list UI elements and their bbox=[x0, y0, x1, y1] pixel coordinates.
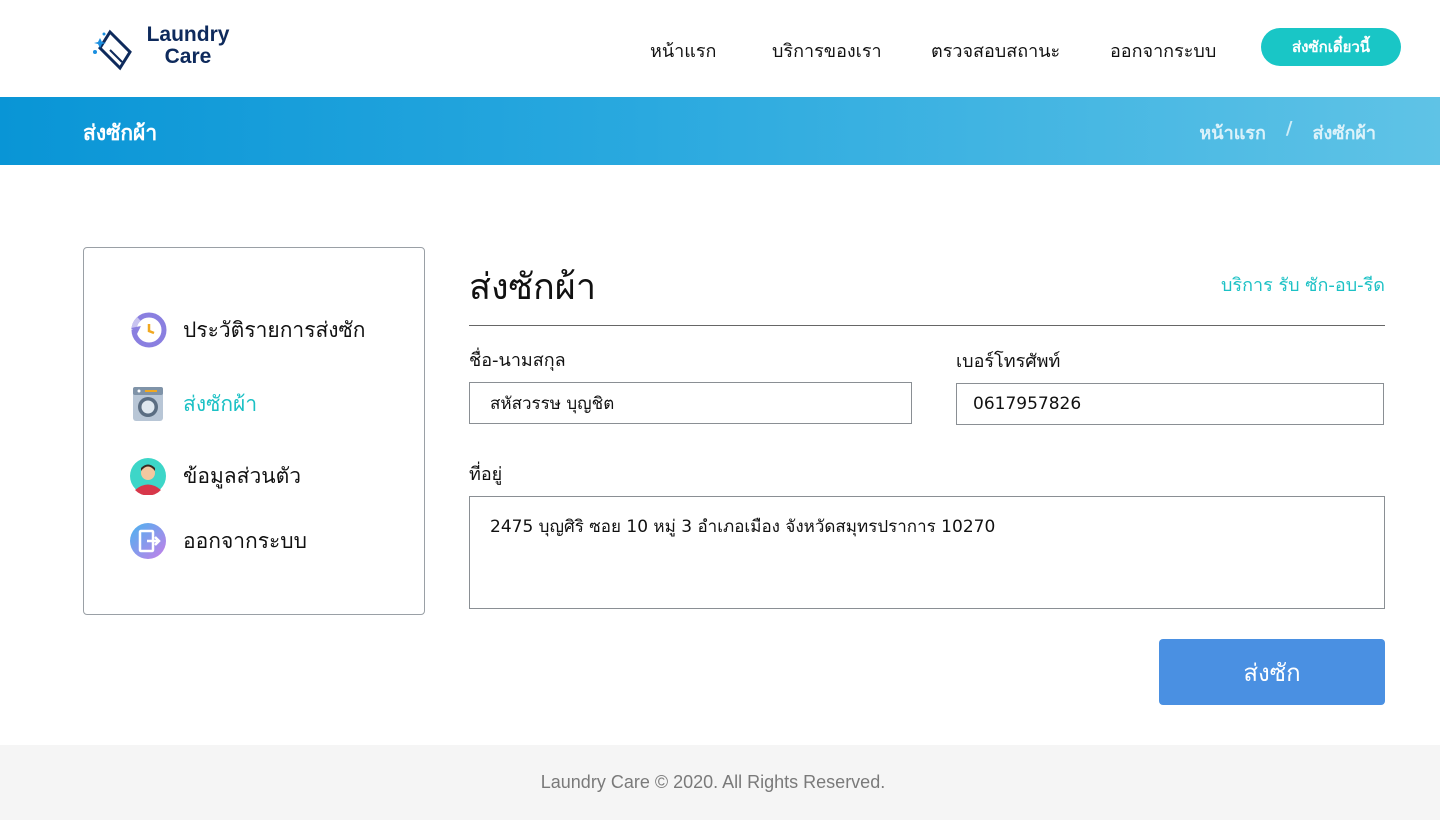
form-title: ส่งซักผ้า bbox=[469, 267, 597, 308]
sidebar-item-label: ส่งซักผ้า bbox=[183, 391, 258, 416]
page-title: ส่งซักผ้า bbox=[83, 121, 158, 145]
nav-home[interactable]: หน้าแรก bbox=[650, 36, 716, 65]
phone-label: เบอร์โทรศัพท์ bbox=[956, 351, 1061, 372]
breadcrumb-home[interactable]: หน้าแรก bbox=[1199, 118, 1265, 147]
name-field[interactable]: สหัสวรรษ บุญชิต bbox=[469, 382, 912, 424]
logout-icon bbox=[129, 522, 167, 560]
nav-check-status[interactable]: ตรวจสอบสถานะ bbox=[931, 36, 1060, 65]
brand-line-1: Laundry bbox=[146, 23, 230, 46]
sidebar-item-label: ข้อมูลส่วนตัว bbox=[183, 463, 302, 488]
phone-field[interactable]: 0617957826 bbox=[956, 383, 1384, 425]
sidebar-item-send-laundry[interactable]: ส่งซักผ้า bbox=[129, 385, 257, 423]
top-header: Laundry Care หน้าแรก บริการของเรา ตรวจสอ… bbox=[0, 0, 1440, 97]
breadcrumb: หน้าแรก / ส่งซักผ้า bbox=[1199, 118, 1376, 147]
brand-line-2: Care bbox=[164, 45, 212, 68]
account-sidebar: ประวัติรายการส่งซัก ส่งซักผ้า ข้อมูลส่วน bbox=[83, 247, 425, 615]
page-banner: ส่งซักผ้า หน้าแรก / ส่งซักผ้า bbox=[0, 97, 1440, 165]
copyright-text: Laundry Care © 2020. All Rights Reserved… bbox=[540, 772, 886, 792]
sidebar-item-label: ประวัติรายการส่งซัก bbox=[183, 317, 366, 342]
page-footer: Laundry Care © 2020. All Rights Reserved… bbox=[0, 745, 1440, 820]
breadcrumb-separator: / bbox=[1285, 118, 1293, 139]
user-avatar-icon bbox=[129, 457, 167, 495]
form-subtitle: บริการ รับ ซัก-อบ-รีด bbox=[1220, 275, 1385, 296]
sidebar-item-history[interactable]: ประวัติรายการส่งซัก bbox=[129, 311, 366, 349]
logo-icon bbox=[93, 29, 132, 71]
address-textarea[interactable]: 2475 บุญศิริ ซอย 10 หมู่ 3 อำเภอเมือง จั… bbox=[469, 496, 1385, 609]
brand-name: Laundry Care bbox=[140, 24, 236, 68]
sidebar-item-label: ออกจากระบบ bbox=[183, 528, 307, 553]
nav-services[interactable]: บริการของเรา bbox=[772, 36, 882, 65]
breadcrumb-current: ส่งซักผ้า bbox=[1312, 123, 1376, 144]
washing-machine-icon bbox=[129, 385, 167, 423]
history-icon bbox=[129, 311, 167, 349]
sidebar-item-profile[interactable]: ข้อมูลส่วนตัว bbox=[129, 457, 301, 495]
nav-logout[interactable]: ออกจากระบบ bbox=[1110, 36, 1216, 65]
send-now-button[interactable]: ส่งซักเดี๋ยวนี้ bbox=[1261, 28, 1401, 66]
name-label: ชื่อ-นามสกุล bbox=[469, 350, 566, 371]
form-divider bbox=[469, 325, 1385, 326]
sidebar-item-logout[interactable]: ออกจากระบบ bbox=[129, 522, 307, 560]
address-label: ที่อยู่ bbox=[469, 464, 503, 485]
brand-logo[interactable]: Laundry Care bbox=[90, 22, 250, 74]
submit-button[interactable]: ส่งซัก bbox=[1159, 639, 1385, 705]
